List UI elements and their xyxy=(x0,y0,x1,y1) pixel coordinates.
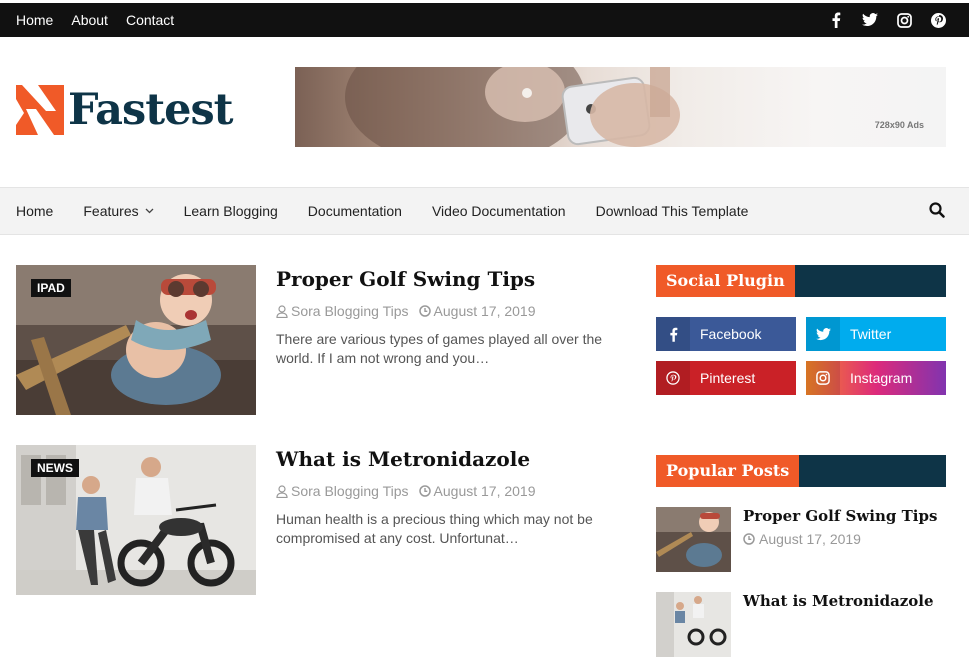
popular-posts-heading: Popular Posts xyxy=(656,455,800,487)
nav-item-video-documentation[interactable]: Video Documentation xyxy=(432,203,566,219)
social-plugin-title: Social Plugin xyxy=(656,265,946,297)
nav-item-documentation[interactable]: Documentation xyxy=(308,203,402,219)
popular-post-meta: August 17, 2019 xyxy=(743,531,861,547)
pinterest-icon xyxy=(656,361,690,395)
top-link-about[interactable]: About xyxy=(71,12,108,28)
facebook-icon xyxy=(656,317,690,351)
user-icon xyxy=(276,485,288,498)
popular-post-thumbnail[interactable] xyxy=(656,507,731,572)
instagram-button[interactable]: Instagram xyxy=(806,361,946,395)
post-meta: Sora Blogging Tips August 17, 2019 xyxy=(276,483,536,499)
nav-item-features[interactable]: Features xyxy=(83,203,154,219)
popular-post-thumbnail[interactable] xyxy=(656,592,731,657)
site-logo[interactable]: Fastest xyxy=(16,85,234,135)
facebook-button[interactable]: Facebook xyxy=(656,317,796,351)
post-card: IPAD Proper Golf Swing Tips Sora Bloggin… xyxy=(16,265,636,415)
logo-mark-icon xyxy=(16,85,64,135)
pinterest-button[interactable]: Pinterest xyxy=(656,361,796,395)
post-date: August 17, 2019 xyxy=(433,303,536,319)
popular-post-item: What is Metronidazole xyxy=(656,592,956,662)
post-card: NEWS What is Metronidazole Sora Blogging… xyxy=(16,445,636,595)
facebook-icon[interactable] xyxy=(827,11,845,29)
clock-icon xyxy=(418,305,431,317)
post-excerpt: Human health is a precious thing which m… xyxy=(276,511,593,546)
top-links: Home About Contact xyxy=(16,3,192,37)
instagram-label: Instagram xyxy=(850,370,913,386)
post-thumbnail[interactable]: IPAD xyxy=(16,265,256,415)
post-author[interactable]: Sora Blogging Tips xyxy=(291,303,409,319)
social-plugin-heading: Social Plugin xyxy=(656,265,795,297)
post-meta: Sora Blogging Tips August 17, 2019 xyxy=(276,303,536,319)
site-header: Fastest 728x90 Ads xyxy=(0,37,969,187)
top-link-home[interactable]: Home xyxy=(16,12,53,28)
twitter-label: Twitter xyxy=(850,326,892,342)
nav-item-features-label: Features xyxy=(83,203,139,219)
post-badge[interactable]: IPAD xyxy=(31,279,71,297)
twitter-icon[interactable] xyxy=(861,11,879,29)
popular-posts-title: Popular Posts xyxy=(656,455,946,487)
popular-post-title[interactable]: What is Metronidazole xyxy=(743,592,934,610)
pinterest-label: Pinterest xyxy=(700,370,756,386)
facebook-label: Facebook xyxy=(700,326,762,342)
top-bar: Home About Contact xyxy=(0,0,969,37)
popular-post-title[interactable]: Proper Golf Swing Tips xyxy=(743,507,937,525)
popular-post-item: Proper Golf Swing Tips August 17, 2019 xyxy=(656,507,956,577)
pinterest-icon[interactable] xyxy=(929,11,947,29)
instagram-icon[interactable] xyxy=(895,11,913,29)
main-nav: Home Features Learn Blogging Documentati… xyxy=(0,187,969,235)
post-thumbnail[interactable]: NEWS xyxy=(16,445,256,595)
post-date: August 17, 2019 xyxy=(433,483,536,499)
header-ad-banner[interactable]: 728x90 Ads xyxy=(295,67,946,147)
post-title[interactable]: What is Metronidazole xyxy=(276,447,530,471)
twitter-button[interactable]: Twitter xyxy=(806,317,946,351)
popular-post-date: August 17, 2019 xyxy=(759,531,861,547)
nav-item-learn-blogging[interactable]: Learn Blogging xyxy=(184,203,278,219)
post-badge[interactable]: NEWS xyxy=(31,459,79,477)
instagram-icon xyxy=(806,361,840,395)
clock-icon xyxy=(743,533,755,545)
top-link-contact[interactable]: Contact xyxy=(126,12,174,28)
user-icon xyxy=(276,305,288,318)
site-name: Fastest xyxy=(68,85,234,135)
nav-item-download-template[interactable]: Download This Template xyxy=(596,203,749,219)
post-author[interactable]: Sora Blogging Tips xyxy=(291,483,409,499)
clock-icon xyxy=(418,485,431,497)
ad-label: 728x90 Ads xyxy=(874,120,924,130)
twitter-icon xyxy=(806,317,840,351)
post-title[interactable]: Proper Golf Swing Tips xyxy=(276,267,535,291)
post-excerpt: There are various types of games played … xyxy=(276,331,603,366)
search-icon[interactable] xyxy=(929,202,947,220)
top-social-icons xyxy=(827,3,947,37)
nav-item-home[interactable]: Home xyxy=(16,203,53,219)
chevron-down-icon xyxy=(145,208,154,214)
